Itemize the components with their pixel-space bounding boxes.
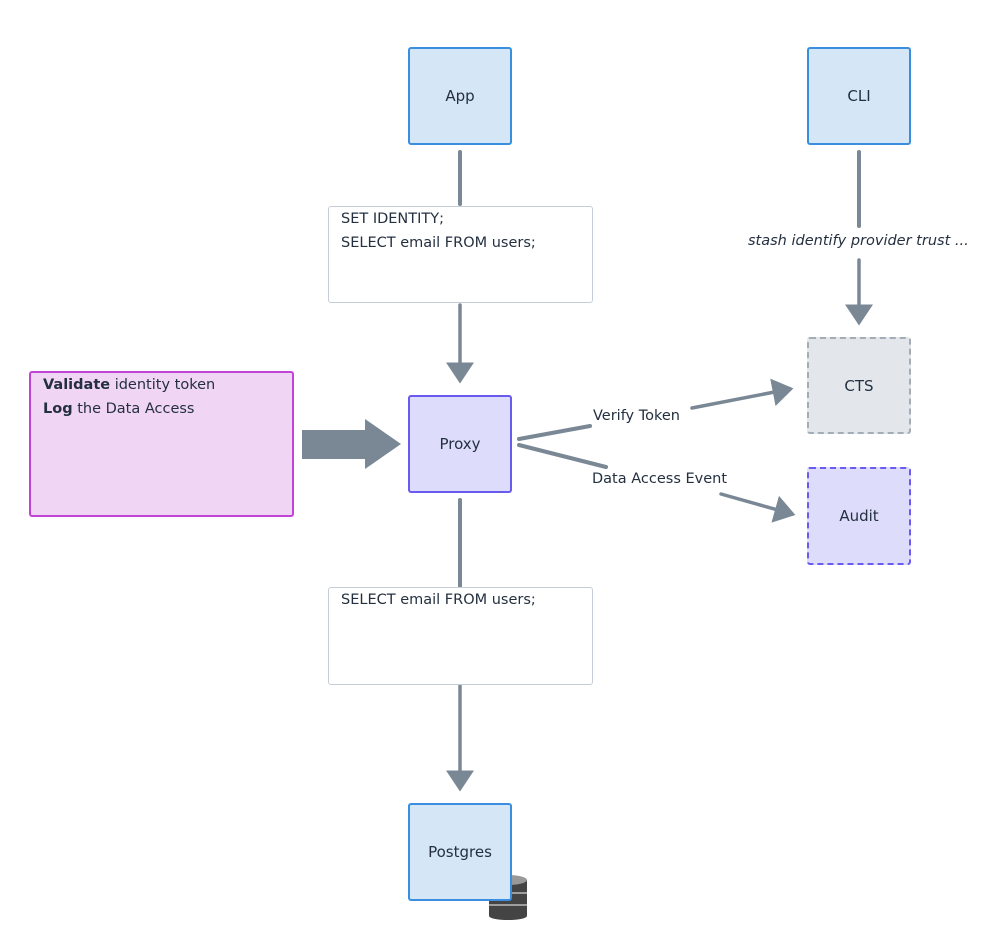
- edge-label-cli-cts: stash identify provider trust ...: [748, 233, 969, 249]
- edge-verify-cts: [690, 378, 794, 410]
- node-label: Postgres: [428, 843, 492, 861]
- edge-proxy-event: [517, 443, 608, 469]
- edge-proxy-verify: [517, 424, 592, 441]
- node-audit[interactable]: Audit: [807, 467, 911, 565]
- query-line: SELECT email FROM users;: [341, 235, 536, 251]
- node-proxy[interactable]: Proxy: [408, 395, 512, 493]
- note-top-query: SET IDENTITY; SELECT email FROM users;: [328, 206, 593, 303]
- node-postgres[interactable]: Postgres: [408, 803, 512, 901]
- node-label: CTS: [844, 376, 874, 395]
- big-arrow-icon: [302, 419, 401, 469]
- side-line-2: Log the Data Access: [43, 401, 195, 417]
- node-label: CLI: [847, 87, 871, 105]
- node-label: Proxy: [439, 435, 481, 453]
- side-line-1: Validate identity token: [43, 377, 216, 393]
- node-cts[interactable]: CTS: [807, 337, 911, 434]
- note-side: Validate identity token Log the Data Acc…: [29, 371, 294, 517]
- node-label: App: [445, 87, 475, 105]
- edge-label-verify: Verify Token: [593, 408, 680, 424]
- query-line: SET IDENTITY;: [341, 211, 445, 227]
- node-label: Audit: [839, 507, 879, 525]
- query-line: SELECT email FROM users;: [341, 592, 536, 608]
- node-app[interactable]: App: [408, 47, 512, 145]
- node-cli[interactable]: CLI: [807, 47, 911, 145]
- edge-label-event: Data Access Event: [592, 471, 728, 487]
- edge-event-audit: [719, 492, 796, 523]
- note-bottom-query: SELECT email FROM users;: [328, 587, 593, 685]
